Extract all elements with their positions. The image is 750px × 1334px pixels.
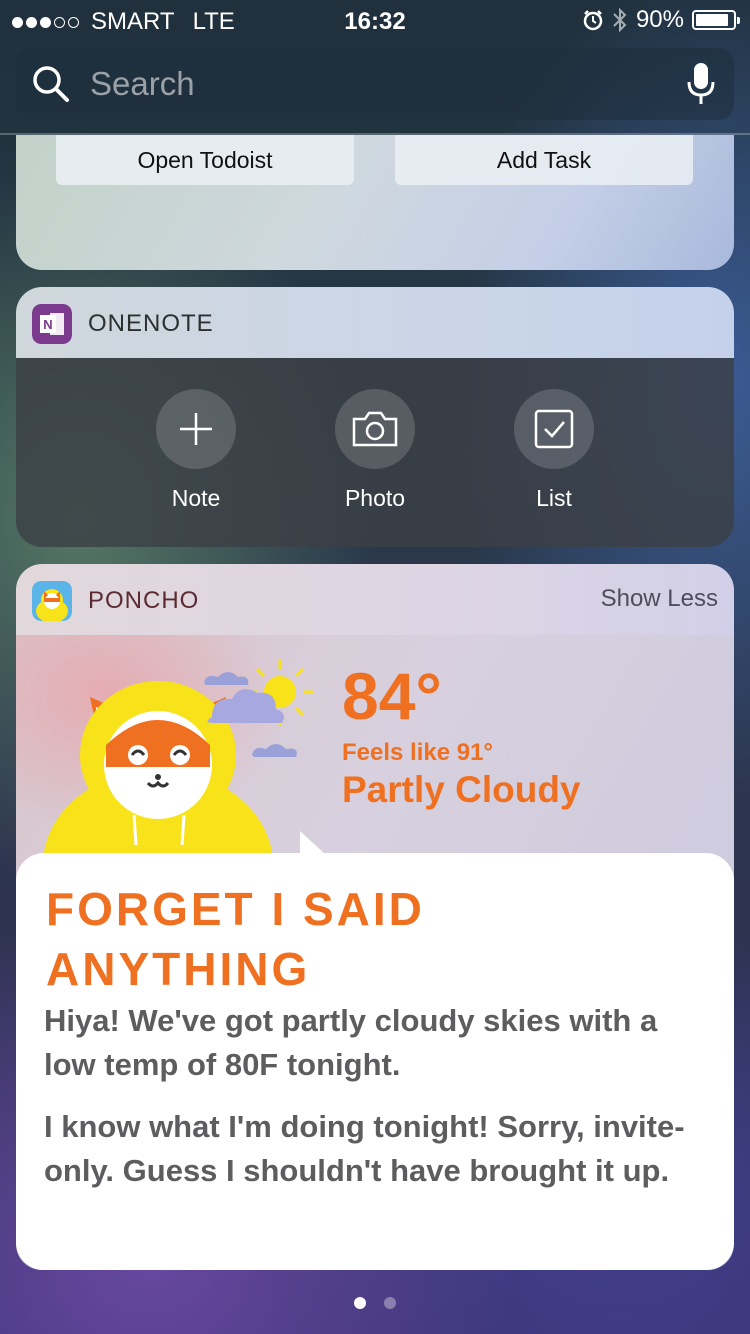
search-icon (33, 66, 69, 102)
temperature: 84° (342, 659, 442, 733)
battery-fill (696, 14, 729, 26)
plus-icon (180, 413, 212, 445)
widget-title: ONENOTE (88, 310, 214, 337)
battery-percentage: 90% (635, 6, 684, 33)
list-action[interactable]: List (494, 389, 614, 512)
battery-icon (692, 10, 740, 30)
page-dot[interactable] (354, 1297, 366, 1309)
widget-title: PONCHO (88, 587, 200, 614)
feels-like: Feels like 91° (342, 739, 494, 766)
poncho-widget: PONCHO Show Less 84° Feels like 91° Part… (16, 564, 734, 1270)
svg-text:N: N (43, 317, 52, 332)
alarm-icon (583, 10, 603, 31)
todoist-widget: Open Todoist Add Task (16, 135, 734, 270)
message-card: FORGET I SAID ANYTHING Hiya! We've got p… (16, 831, 734, 1270)
note-action[interactable]: Note (136, 389, 256, 512)
note-label: Note (171, 485, 221, 511)
message-headline: FORGET I SAID ANYTHING (46, 883, 425, 995)
open-todoist-button[interactable]: Open Todoist (56, 135, 354, 185)
checkbox-icon (534, 409, 574, 449)
photo-button[interactable] (335, 389, 415, 469)
list-label: List (536, 485, 572, 511)
photo-label: Photo (344, 485, 406, 511)
partly-cloudy-icon (204, 659, 313, 757)
search-input[interactable] (88, 64, 652, 104)
poncho-icon (32, 581, 72, 621)
widget-header[interactable]: PONCHO Show Less (16, 564, 734, 635)
list-button[interactable] (514, 389, 594, 469)
status-bar: SMART LTE 16:32 90% (0, 0, 750, 40)
onenote-widget: N ONENOTE Note Photo List (16, 287, 734, 547)
show-less-button[interactable]: Show Less (601, 585, 718, 613)
message-paragraph: I know what I'm doing tonight! Sorry, in… (44, 1109, 685, 1188)
add-task-button[interactable]: Add Task (395, 135, 693, 185)
widget-header[interactable]: N ONENOTE (16, 287, 734, 358)
page-indicator[interactable] (0, 1297, 750, 1309)
microphone-icon[interactable] (686, 62, 716, 106)
photo-action[interactable]: Photo (315, 389, 435, 512)
message-paragraph: Hiya! We've got partly cloudy skies with… (44, 1003, 658, 1082)
note-button[interactable] (156, 389, 236, 469)
bluetooth-icon (613, 7, 627, 33)
search-bar[interactable] (16, 48, 734, 120)
page-dot[interactable] (384, 1297, 396, 1309)
onenote-icon: N (32, 304, 72, 344)
weather-condition: Partly Cloudy (342, 769, 581, 810)
camera-icon (352, 411, 398, 447)
